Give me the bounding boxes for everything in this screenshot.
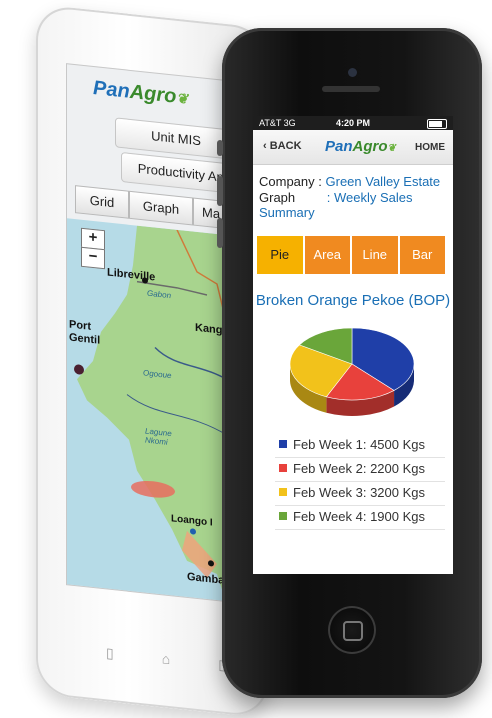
legend-label: Feb Week 4: 1900 Kgs	[293, 509, 426, 524]
legend-item: Feb Week 1: 4500 Kgs	[275, 434, 445, 458]
home-key-icon[interactable]: ⌂	[162, 650, 170, 668]
chart-type-bar-button[interactable]: Bar	[399, 236, 445, 274]
company-value: Green Valley Estate	[325, 174, 441, 189]
nav-bar: ‹ BACK PanAgro❦ HOME	[253, 130, 453, 165]
status-bar: AT&T 3G 4:20 PM	[253, 116, 453, 130]
iphone-screen: AT&T 3G 4:20 PM ‹ BACK PanAgro❦ HOME Com…	[253, 116, 453, 574]
graph-row: Graph : Weekly Sales Summary	[259, 190, 453, 220]
chart-type-selector: Pie Area Line Bar	[257, 236, 447, 274]
map-label-port-gentil: Port Gentil	[69, 318, 101, 347]
panagro-logo: PanAgro❦	[325, 138, 396, 155]
map-label-lagune: Lagune Nkomi	[145, 426, 172, 447]
legend-label: Feb Week 3: 3200 Kgs	[293, 485, 426, 500]
company-label: Company :	[259, 174, 322, 189]
company-row: Company : Green Valley Estate	[259, 174, 440, 189]
battery-icon	[427, 119, 447, 129]
pie-chart	[289, 327, 415, 416]
home-button[interactable]: HOME	[415, 142, 445, 153]
segment-graph[interactable]: Graph	[129, 190, 193, 226]
zoom-out-button[interactable]: −	[81, 246, 105, 270]
status-time: 4:20 PM	[335, 118, 370, 128]
legend-item: Feb Week 2: 2200 Kgs	[275, 458, 445, 482]
panagro-logo: PanAgro❦	[93, 76, 189, 108]
legend-item: Feb Week 3: 3200 Kgs	[275, 482, 445, 506]
legend-swatch	[279, 488, 287, 496]
android-nav-keys: ▯ ⌂ ▯	[106, 644, 226, 674]
chart-legend: Feb Week 1: 4500 Kgs Feb Week 2: 2200 Kgs…	[275, 434, 445, 530]
legend-swatch	[279, 464, 287, 472]
volume-down-button	[217, 218, 223, 248]
leaf-icon: ❦	[387, 143, 396, 154]
graph-label: Graph	[259, 190, 296, 205]
segment-grid[interactable]: Grid	[75, 185, 129, 219]
earpiece-speaker	[322, 86, 380, 92]
chart-type-area-button[interactable]: Area	[304, 236, 350, 274]
back-button[interactable]: ‹ BACK	[263, 140, 302, 152]
menu-key-icon[interactable]: ▯	[106, 644, 114, 662]
iphone: AT&T 3G 4:20 PM ‹ BACK PanAgro❦ HOME Com…	[217, 28, 482, 698]
mute-switch	[217, 140, 223, 156]
legend-swatch	[279, 512, 287, 520]
legend-label: Feb Week 2: 2200 Kgs	[293, 461, 426, 476]
home-hardware-button[interactable]	[328, 606, 376, 654]
legend-label: Feb Week 1: 4500 Kgs	[293, 437, 426, 452]
front-camera	[348, 68, 357, 77]
leaf-icon: ❦	[176, 89, 189, 107]
legend-item: Feb Week 4: 1900 Kgs	[275, 506, 445, 530]
legend-swatch	[279, 440, 287, 448]
volume-up-button	[217, 176, 223, 206]
chevron-left-icon: ‹	[263, 140, 267, 152]
chart-type-pie-button[interactable]: Pie	[257, 236, 303, 274]
chart-title: Broken Orange Pekoe (BOP)	[255, 292, 451, 309]
chart-type-line-button[interactable]: Line	[352, 236, 398, 274]
